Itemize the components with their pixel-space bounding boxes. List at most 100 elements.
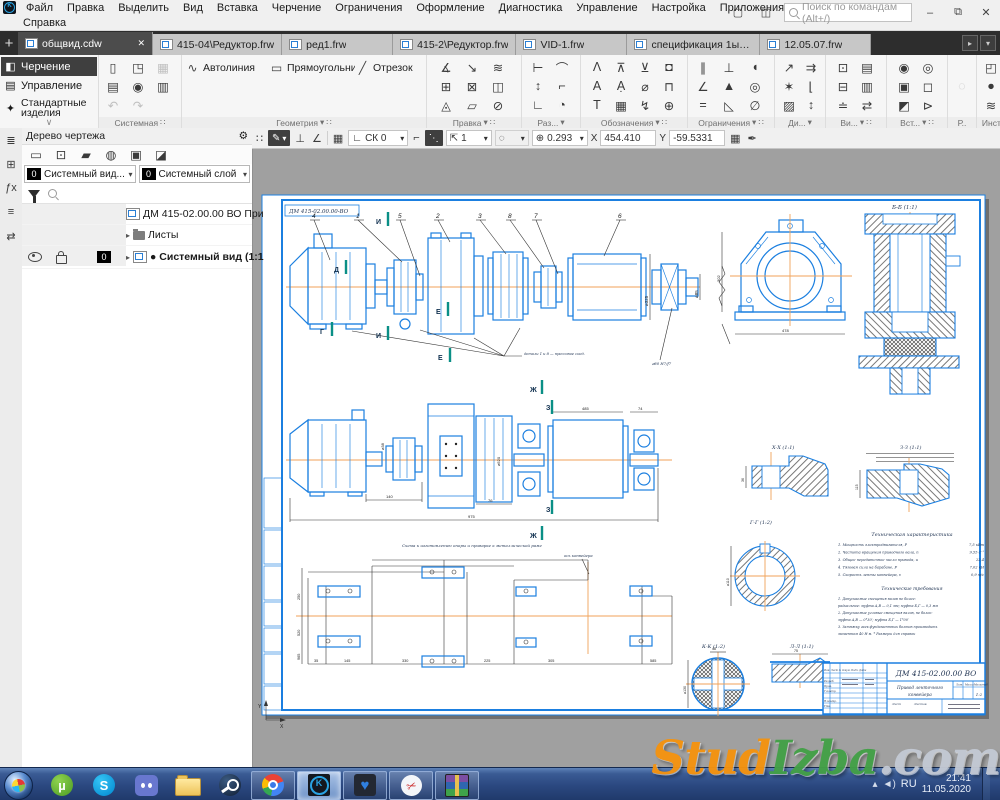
diagnostic-tool-icon[interactable]: ✶ (778, 77, 800, 95)
corner-icon[interactable]: ⌐ (411, 132, 421, 144)
edit-tool-icon[interactable]: ≋ (487, 58, 509, 76)
open-document-icon[interactable]: ◳ (127, 58, 149, 76)
view-tool-icon[interactable]: ▥ (856, 77, 878, 95)
taskbar-heart-app[interactable]: ♥ (343, 771, 387, 800)
notation-tool-icon[interactable]: ◘ (658, 58, 680, 76)
tab-list-icon[interactable]: ▾ (980, 35, 996, 51)
view-tool-icon[interactable]: ⊟ (832, 77, 854, 95)
insert-tool-icon[interactable]: ◩ (893, 96, 915, 114)
filter-funnel-icon[interactable] (28, 190, 40, 198)
tab-obshvid[interactable]: общвид.cdw ✕ (18, 32, 153, 55)
tab-red1[interactable]: ред1.frw (282, 34, 393, 55)
edit-tool-icon[interactable]: ◫ (487, 77, 509, 95)
tool-rectangle[interactable]: ▭Прямоугольник (269, 58, 355, 78)
constraint-tool-icon[interactable]: ◖ (744, 58, 766, 76)
gear-icon[interactable]: ⚙ (239, 130, 248, 142)
undo-icon[interactable]: ↶ (102, 96, 124, 114)
save-as-icon[interactable]: ▥ (152, 77, 174, 95)
show-desktop-button[interactable] (982, 768, 990, 800)
constraint-tool-icon[interactable]: ∠ (692, 77, 714, 95)
insert-tool-icon[interactable]: ⊳ (917, 96, 939, 114)
constraint-tool-icon[interactable]: ◎ (744, 77, 766, 95)
visibility-eye-icon[interactable] (28, 252, 42, 262)
taskbar-steam[interactable] (209, 772, 251, 799)
y-coordinate-field[interactable]: -59.5331 (669, 130, 725, 146)
constraint-tool-icon[interactable]: ∅ (744, 96, 766, 114)
save-icon[interactable]: ▦ (152, 58, 174, 76)
drag-handle-icon[interactable]: ∷ (866, 117, 871, 128)
style-pen-button[interactable]: ✎ ▾ (268, 130, 290, 146)
expand-arrow-icon[interactable]: ▾ (484, 117, 488, 128)
menu-help[interactable]: Справка (16, 16, 73, 30)
tree-toolbar-icon[interactable]: ▣ (125, 146, 147, 164)
insert-tool-icon[interactable]: ◉ (893, 58, 915, 76)
constraint-tool-icon[interactable]: ◺ (718, 96, 740, 114)
tree-toolbar-icon[interactable]: ▭ (25, 146, 47, 164)
menu-view[interactable]: Вид (176, 1, 210, 15)
menu-file[interactable]: Файл (19, 1, 60, 15)
drag-handle-icon[interactable]: ∷ (662, 117, 667, 128)
razm-tool-icon[interactable]: ⊢ (527, 58, 549, 76)
razm-tool-icon[interactable]: ⌒ (551, 58, 573, 76)
view-filter-select[interactable]: 0 Системный вид... ▾ (24, 165, 136, 183)
notation-tool-icon[interactable]: Λ (586, 58, 608, 76)
tool-autoline[interactable]: ∿Автолиния (185, 58, 269, 78)
panel-switch-icon[interactable]: ≡ (2, 204, 20, 220)
menu-insert[interactable]: Вставка (210, 1, 265, 15)
nav-collapse-icon[interactable]: ∨ (0, 117, 98, 128)
expand-arrow-icon[interactable]: ▾ (808, 117, 812, 128)
menu-manage[interactable]: Управление (569, 1, 644, 15)
window-preview-icon[interactable]: ◫ (756, 6, 776, 19)
snaps-toggle[interactable]: ⋱ (425, 130, 443, 146)
taskbar-snipping-tool[interactable]: ✂ (389, 771, 433, 800)
drag-handle-icon[interactable]: ∷ (326, 117, 331, 128)
notation-tool-icon[interactable]: ⊼ (610, 58, 632, 76)
panel-switch-icon[interactable]: ⊞ (2, 156, 20, 172)
menu-format[interactable]: Оформление (409, 1, 491, 15)
notation-tool-icon[interactable]: ▦ (610, 96, 632, 114)
edit-tool-icon[interactable]: ↘ (461, 58, 483, 76)
start-button[interactable] (4, 771, 33, 800)
taskbar-kompas-active[interactable]: K (297, 771, 341, 800)
menu-diagnostics[interactable]: Диагностика (492, 1, 570, 15)
taskbar-discord[interactable] (125, 772, 167, 799)
tab-specification[interactable]: спецификация 1ый... (627, 34, 760, 55)
drag-handle-icon[interactable]: ∷ (758, 117, 763, 128)
edit-tool-icon[interactable]: ∡ (435, 58, 457, 76)
taskbar-utorrent[interactable]: µ (41, 772, 83, 799)
diagnostic-tool-icon[interactable]: ↗ (778, 58, 800, 76)
minimize-button[interactable]: – (920, 7, 940, 19)
tool-segment[interactable]: ╱Отрезок (355, 58, 423, 78)
taskbar-explorer[interactable] (167, 772, 209, 799)
diagnostic-tool-icon[interactable]: ⇉ (800, 58, 822, 76)
menu-draw[interactable]: Черчение (265, 1, 329, 15)
language-indicator[interactable]: RU (901, 778, 917, 790)
view-tool-icon[interactable]: ⇄ (856, 96, 878, 114)
zoom-mode-select[interactable]: ◌ ▾ (495, 130, 529, 146)
layer-filter-select[interactable]: 0 Системный слой ▾ (139, 165, 251, 183)
notation-tool-icon[interactable]: T (586, 96, 608, 114)
command-search-input[interactable]: Поиск по командам (Alt+/) (784, 3, 912, 22)
notation-tool-icon[interactable]: ⊓ (658, 77, 680, 95)
new-tab-button[interactable]: + (0, 35, 18, 52)
tab-scroll-right-icon[interactable]: ▸ (962, 35, 978, 51)
tab-415-2-reduktor[interactable]: 415-2\Редуктор.frw (393, 34, 516, 55)
coordinate-system-select[interactable]: ∟ СК 0 ▾ (348, 130, 408, 146)
nav-management[interactable]: ▤ Управление (1, 76, 97, 95)
tree-toolbar-icon[interactable]: ⊡ (50, 146, 72, 164)
panel-switch-icon[interactable]: ƒx (2, 180, 20, 196)
expand-arrow-icon[interactable]: ▸ (126, 231, 130, 240)
instrument-tool-icon[interactable]: ≋ (980, 96, 1000, 114)
panel-switch-icon[interactable]: ≣ (2, 132, 20, 148)
diagnostic-tool-icon[interactable]: ⌊ (800, 77, 822, 95)
window-layout-icon[interactable]: ▢ (728, 6, 748, 19)
menu-edit[interactable]: Правка (60, 1, 111, 15)
expand-arrow-icon[interactable]: ▾ (860, 117, 864, 128)
insert-tool-icon[interactable]: ▣ (893, 77, 915, 95)
grid-icon[interactable]: ▦ (331, 132, 345, 145)
notation-tool-icon[interactable]: Ạ (610, 77, 632, 95)
volume-icon[interactable]: ◄) (883, 779, 896, 790)
tree-item-sheets[interactable]: ▸ Листы (22, 225, 252, 246)
taskbar-clock[interactable]: 21:41 11.05.2020 (922, 773, 971, 795)
drag-handle-icon[interactable]: ∷ (490, 117, 495, 128)
